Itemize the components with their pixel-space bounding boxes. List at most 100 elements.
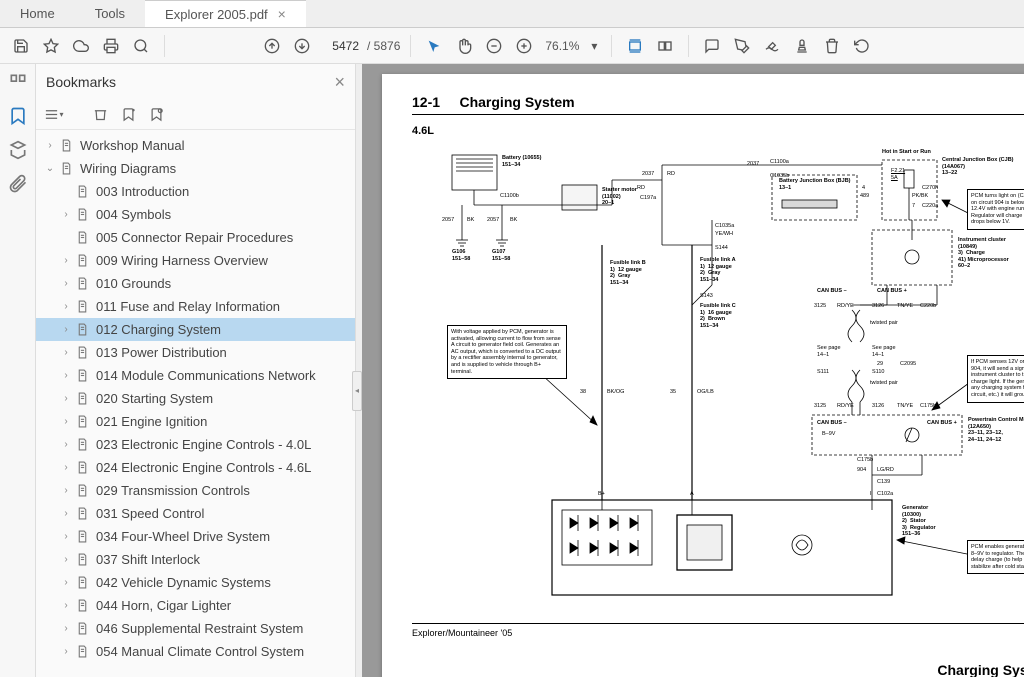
chevron-icon[interactable]: ›: [60, 600, 72, 611]
bookmarks-tree[interactable]: ›Workshop Manual⌄Wiring Diagrams003 Intr…: [36, 130, 355, 677]
l-a: A: [690, 491, 694, 498]
sign-icon[interactable]: [759, 33, 785, 59]
w-2057b: 2057: [487, 217, 499, 224]
cloud-icon[interactable]: [68, 33, 94, 59]
chevron-icon[interactable]: ›: [60, 531, 72, 542]
zoom-in-icon[interactable]: [511, 33, 537, 59]
chevron-icon[interactable]: ›: [60, 324, 72, 335]
bookmark-item[interactable]: ›012 Charging System: [36, 318, 355, 341]
page-up-icon[interactable]: [259, 33, 285, 59]
chevron-icon[interactable]: ›: [60, 393, 72, 404]
chevron-icon[interactable]: ›: [60, 462, 72, 473]
chevron-icon[interactable]: ›: [44, 140, 56, 151]
tab-document-label: Explorer 2005.pdf: [165, 7, 268, 22]
tab-tools[interactable]: Tools: [75, 0, 145, 27]
separator: [164, 35, 165, 57]
chevron-icon[interactable]: ›: [60, 623, 72, 634]
bookmark-item[interactable]: ›013 Power Distribution: [36, 341, 355, 364]
tab-home[interactable]: Home: [0, 0, 75, 27]
bookmark-item[interactable]: ›031 Speed Control: [36, 502, 355, 525]
bookmark-item[interactable]: › 010 Grounds: [36, 272, 355, 295]
layers-icon[interactable]: [8, 140, 28, 160]
bookmark-item[interactable]: ›024 Electronic Engine Controls - 4.6L: [36, 456, 355, 479]
chevron-down-icon[interactable]: ▾: [591, 39, 597, 53]
collapse-handle-icon[interactable]: ◂: [352, 371, 362, 411]
bookmark-item[interactable]: ›004 Symbols: [36, 203, 355, 226]
bookmark-item[interactable]: ›Workshop Manual: [36, 134, 355, 157]
bookmark-label: 014 Module Communications Network: [96, 368, 316, 383]
chevron-icon[interactable]: ›: [60, 439, 72, 450]
print-icon[interactable]: [98, 33, 124, 59]
stamp-icon[interactable]: [789, 33, 815, 59]
search-icon[interactable]: [128, 33, 154, 59]
w-2037a: 2037: [642, 171, 654, 178]
bookmark-item[interactable]: › 021 Engine Ignition: [36, 410, 355, 433]
attachments-icon[interactable]: [8, 174, 28, 194]
tab-document[interactable]: Explorer 2005.pdf ×: [145, 0, 306, 27]
chevron-icon[interactable]: ›: [60, 485, 72, 496]
chevron-icon[interactable]: ›: [60, 370, 72, 381]
c-c1035b: C1035b: [770, 173, 789, 180]
save-icon[interactable]: [8, 33, 34, 59]
chevron-icon[interactable]: ›: [60, 508, 72, 519]
bookmark-item[interactable]: ›023 Electronic Engine Controls - 4.0L: [36, 433, 355, 456]
bookmark-item[interactable]: ›011 Fuse and Relay Information: [36, 295, 355, 318]
bookmark-label: 021 Engine Ignition: [96, 414, 207, 429]
undo-icon[interactable]: [849, 33, 875, 59]
hand-icon[interactable]: [451, 33, 477, 59]
comment-icon[interactable]: [699, 33, 725, 59]
bookmark-item[interactable]: ›054 Manual Climate Control System: [36, 640, 355, 663]
star-icon[interactable]: [38, 33, 64, 59]
chevron-icon[interactable]: ›: [60, 416, 72, 427]
page-input[interactable]: [319, 39, 359, 53]
chevron-icon[interactable]: ›: [60, 209, 72, 220]
w-rd1: RD: [667, 171, 675, 178]
fit-page-icon[interactable]: [652, 33, 678, 59]
bookmark-label: 042 Vehicle Dynamic Systems: [96, 575, 271, 590]
zoom-out-icon[interactable]: [481, 33, 507, 59]
close-icon[interactable]: ×: [278, 6, 286, 22]
chevron-icon[interactable]: ›: [60, 255, 72, 266]
page-viewport[interactable]: 12-1 Charging System 4.6L: [362, 64, 1024, 677]
bookmark-label: 044 Horn, Cigar Lighter: [96, 598, 231, 613]
bookmark-item[interactable]: 003 Introduction: [36, 180, 355, 203]
bookmark-item[interactable]: ⌄Wiring Diagrams: [36, 157, 355, 180]
c-c220a: C220a: [922, 203, 938, 210]
bookmark-item[interactable]: › 014 Module Communications Network: [36, 364, 355, 387]
trash-icon[interactable]: [819, 33, 845, 59]
options-icon[interactable]: ▾: [44, 105, 64, 125]
c-c2095: C2095: [900, 361, 916, 368]
highlight-icon[interactable]: [729, 33, 755, 59]
bookmark-label: 010 Grounds: [96, 276, 171, 291]
bookmarks-icon[interactable]: [8, 106, 28, 126]
delete-bookmark-icon[interactable]: [90, 105, 110, 125]
pointer-icon[interactable]: [421, 33, 447, 59]
fit-width-icon[interactable]: [622, 33, 648, 59]
bookmark-item[interactable]: ›029 Transmission Controls: [36, 479, 355, 502]
bookmark-item[interactable]: › 044 Horn, Cigar Lighter: [36, 594, 355, 617]
bookmark-item[interactable]: 005 Connector Repair Procedures: [36, 226, 355, 249]
chevron-icon[interactable]: ⌄: [44, 163, 56, 174]
chevron-icon[interactable]: ›: [60, 278, 72, 289]
new-bookmark-icon[interactable]: [118, 105, 138, 125]
chevron-icon[interactable]: ›: [60, 347, 72, 358]
chevron-icon[interactable]: ›: [60, 577, 72, 588]
chevron-icon[interactable]: ›: [60, 646, 72, 657]
section-number: 12-1: [412, 94, 440, 110]
bookmark-item[interactable]: ›009 Wiring Harness Overview: [36, 249, 355, 272]
bookmark-item[interactable]: ›020 Starting System: [36, 387, 355, 410]
bookmark-item[interactable]: ›046 Supplemental Restraint System: [36, 617, 355, 640]
w-2057a: 2057: [442, 217, 454, 224]
note-3: If PCM senses 12V or 0V on circuit 904, …: [967, 355, 1024, 403]
bookmark-item[interactable]: › 042 Vehicle Dynamic Systems: [36, 571, 355, 594]
chevron-icon[interactable]: ›: [60, 554, 72, 565]
chevron-icon[interactable]: ›: [60, 301, 72, 312]
bookmark-item[interactable]: ›037 Shift Interlock: [36, 548, 355, 571]
page-down-icon[interactable]: [289, 33, 315, 59]
diagram-svg: [412, 145, 1024, 615]
bookmark-item[interactable]: ›034 Four-Wheel Drive System: [36, 525, 355, 548]
thumbnails-icon[interactable]: [8, 72, 28, 92]
find-bookmark-icon[interactable]: [146, 105, 166, 125]
close-panel-icon[interactable]: ×: [334, 72, 345, 93]
w-rd2: RD: [637, 185, 645, 192]
